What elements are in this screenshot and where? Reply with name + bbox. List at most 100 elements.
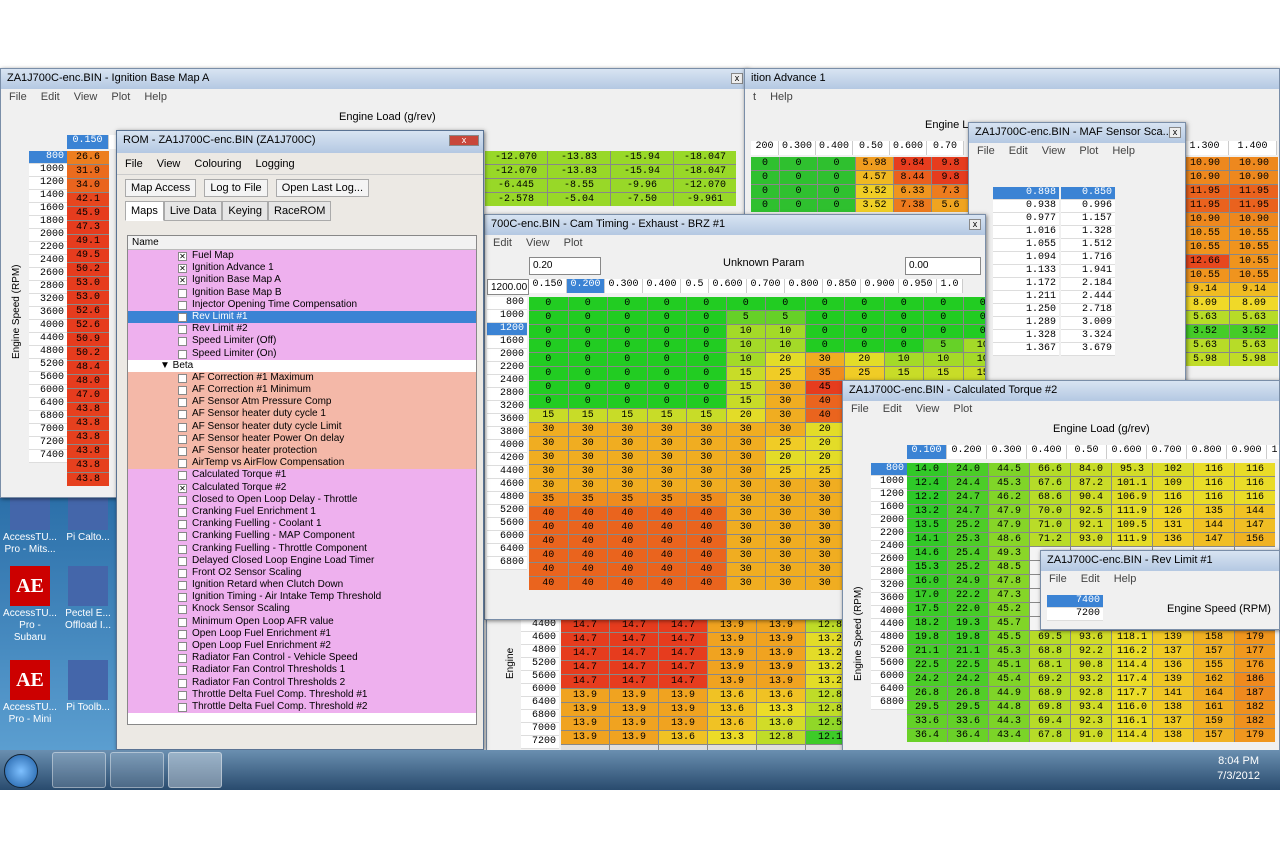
table-cell[interactable]: 13.9 xyxy=(561,703,609,716)
table-cell[interactable]: 30 xyxy=(805,353,844,366)
table-cell[interactable]: 26.6 xyxy=(67,151,109,164)
table-cell[interactable]: 66.6 xyxy=(1030,463,1070,476)
table-cell[interactable]: 10.55 xyxy=(1230,269,1278,282)
column-header-cell[interactable]: 0.200 xyxy=(567,279,605,293)
table-cell[interactable]: 30 xyxy=(805,521,844,534)
desktop-icon[interactable]: Pi Calto... xyxy=(60,490,116,544)
table-cell[interactable]: 33.6 xyxy=(907,715,947,728)
table-cell[interactable]: 0 xyxy=(647,311,686,324)
table-cell[interactable]: 0 xyxy=(608,395,647,408)
table-cell[interactable]: 30 xyxy=(726,577,765,590)
menu-item[interactable]: Edit xyxy=(493,237,512,249)
row-header-cell[interactable]: 1.094 xyxy=(993,252,1059,265)
column-header-cell[interactable]: 1.0 xyxy=(937,279,963,293)
table-cell[interactable]: 50.9 xyxy=(67,333,109,346)
maf-column-a[interactable]: 0.898 0.938 0.977 1.016 1.055 1.094 1.133 1.172… xyxy=(993,187,1059,356)
table-cell[interactable]: 14.7 xyxy=(659,633,707,646)
menu-item[interactable]: View xyxy=(1042,145,1066,157)
column-header-cell[interactable]: 1.400 xyxy=(1229,141,1277,155)
table-cell[interactable]: 7.38 xyxy=(894,199,931,212)
table-cell[interactable]: 44.9 xyxy=(989,687,1029,700)
row-header-cell[interactable]: 2200 xyxy=(487,362,527,375)
column-header-cell[interactable]: 0.600 xyxy=(1107,445,1147,459)
table-cell[interactable]: 40 xyxy=(529,577,568,590)
table-cell[interactable]: 42.1 xyxy=(67,193,109,206)
table-cell[interactable]: 40 xyxy=(687,549,726,562)
table-cell[interactable]: 176 xyxy=(1235,659,1275,672)
table-cell[interactable]: 0 xyxy=(845,311,884,324)
row-header-cell[interactable]: 6800 xyxy=(871,697,907,710)
table-cell[interactable]: 30 xyxy=(608,423,647,436)
table-cell[interactable]: 157 xyxy=(1194,729,1234,742)
table-cell[interactable]: 40 xyxy=(529,563,568,576)
table-cell[interactable]: 30 xyxy=(766,521,805,534)
table-cell[interactable]: 67.8 xyxy=(1030,729,1070,742)
desktop-icon[interactable]: Pectel E... Offload I... xyxy=(60,566,116,632)
table-cell[interactable]: 0 xyxy=(608,367,647,380)
table-cell[interactable]: 40 xyxy=(608,549,647,562)
row-header-cell[interactable]: 4600 xyxy=(521,632,559,645)
table-cell[interactable]: 101.1 xyxy=(1112,477,1152,490)
table-cell[interactable]: 15 xyxy=(568,409,607,422)
table-cell[interactable]: 47.9 xyxy=(989,519,1029,532)
checkbox[interactable] xyxy=(178,349,187,359)
row-header-cell[interactable]: 7000 xyxy=(29,424,67,437)
table-cell[interactable]: 30 xyxy=(726,451,765,464)
table-cell[interactable]: 40 xyxy=(568,535,607,548)
map-table-right[interactable]: -12.070 -13.83 -15.94 -18.047 -12.070 -13.83-… xyxy=(485,151,736,206)
tree-item[interactable]: Cranking Fuelling - Coolant 1 xyxy=(128,518,476,531)
menu-item[interactable]: Edit xyxy=(1009,145,1028,157)
table-cell[interactable]: 118.1 xyxy=(1112,631,1152,644)
map-table[interactable]: 0 0 0 5.98 9.84 9.8 0 0 0 4.57 8.44 9.8 0 0 0 3.52 6.33 7… xyxy=(751,157,969,212)
table-cell[interactable]: -15.94 xyxy=(611,151,673,164)
table-cell[interactable]: 10 xyxy=(963,339,985,352)
column-header-cell[interactable]: 0.400 xyxy=(1027,445,1067,459)
table-cell[interactable]: 13.9 xyxy=(610,689,658,702)
table-cell[interactable]: 24.7 xyxy=(948,491,988,504)
table-cell[interactable]: 30 xyxy=(805,577,844,590)
table-cell[interactable]: 43.8 xyxy=(67,417,109,430)
table-cell[interactable]: 30 xyxy=(726,437,765,450)
table-cell[interactable]: 182 xyxy=(1235,715,1275,728)
row-header-cell[interactable]: 800 xyxy=(29,151,67,164)
table-cell[interactable]: 47.0 xyxy=(67,389,109,402)
row-header-cell[interactable]: 2800 xyxy=(871,567,907,580)
table-cell[interactable]: 116 xyxy=(1235,491,1275,504)
table-cell[interactable]: 0 xyxy=(608,325,647,338)
table-cell[interactable]: 147 xyxy=(1235,519,1275,532)
map-tree[interactable]: Name ✕ Fuel Map ✕ Ignition Advance 1 ✕ Igniti… xyxy=(127,235,477,725)
row-header-cell[interactable]: 3.009 xyxy=(1061,317,1115,330)
table-cell[interactable]: 12.8 xyxy=(806,619,845,632)
table-cell[interactable]: 14.7 xyxy=(659,619,707,632)
table-cell[interactable]: 14.1 xyxy=(907,533,947,546)
table-cell[interactable]: 116 xyxy=(1194,491,1234,504)
table-cell[interactable]: 0 xyxy=(780,199,817,212)
table-cell[interactable]: 11.95 xyxy=(1181,199,1229,212)
column-header-cell[interactable]: 0.400 xyxy=(643,279,681,293)
menu-item[interactable]: File xyxy=(851,403,869,415)
tree-item[interactable]: Radiator Fan Control - Vehicle Speed xyxy=(128,652,476,665)
row-header-cell[interactable]: 1.716 xyxy=(1061,252,1115,265)
table-cell[interactable]: 40 xyxy=(687,563,726,576)
table-cell[interactable]: 3.52 xyxy=(856,199,893,212)
column-header-cell[interactable]: 0.600 xyxy=(890,141,927,155)
tree-item[interactable]: ✕ Fuel Map xyxy=(128,250,476,263)
menu-item[interactable]: Help xyxy=(1114,573,1137,585)
table-cell[interactable]: 0 xyxy=(687,339,726,352)
table-cell[interactable]: 14.7 xyxy=(659,661,707,674)
table-cell[interactable]: -12.070 xyxy=(485,151,547,164)
checkbox[interactable] xyxy=(178,532,187,542)
table-cell[interactable]: 0 xyxy=(687,353,726,366)
row-header-cell[interactable]: 2.718 xyxy=(1061,304,1115,317)
table-cell[interactable]: 14.7 xyxy=(610,619,658,632)
table-cell[interactable]: 48.6 xyxy=(989,533,1029,546)
table-cell[interactable]: 13.2 xyxy=(806,661,845,674)
table-cell[interactable]: 24.4 xyxy=(948,477,988,490)
table-cell[interactable]: 155 xyxy=(1194,659,1234,672)
table-cell[interactable]: 92.2 xyxy=(1071,645,1111,658)
table-cell[interactable]: 10.55 xyxy=(1181,269,1229,282)
tree-item[interactable]: ✕ Calculated Torque #2 xyxy=(128,481,476,494)
row-header-cell[interactable]: 5600 xyxy=(29,372,67,385)
table-cell[interactable]: 40 xyxy=(647,535,686,548)
table-cell[interactable]: 21.1 xyxy=(948,645,988,658)
